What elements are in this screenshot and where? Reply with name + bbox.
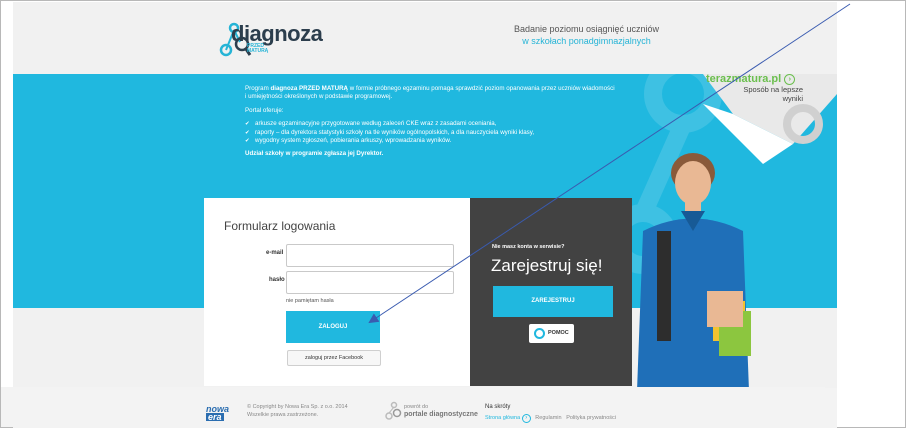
header-tagline: Badanie poziomu osiągnięć uczniów w szko… — [499, 23, 674, 47]
nowa-era-logo: nowa era — [206, 405, 230, 422]
intro-text: Program diagnoza PRZED MATURĄ w formie p… — [245, 85, 625, 164]
email-label: e-mail — [266, 250, 284, 256]
promo-subtitle: Sposób na lepsze wyniki — [733, 85, 803, 103]
promo-title[interactable]: terazmatura.pl — [706, 73, 781, 85]
promo-sub-line2: wyniki — [782, 93, 803, 103]
copyright: © Copyright by Nowa Era Sp. z o.o. 2014 … — [247, 404, 348, 419]
circle-arrow-icon: › — [784, 73, 796, 85]
intro-bullet-list: arkusze egzaminacyjne przygotowane wedłu… — [245, 120, 625, 146]
intro-paragraph-3: Udział szkoły w programie zgłasza jej Dy… — [245, 150, 384, 158]
logo-subtitle: PRZED MATURĄ — [247, 44, 268, 54]
browser-viewport: diagnoza PRZED MATURĄ Badanie poziomu os… — [0, 0, 906, 428]
email-field[interactable] — [286, 244, 454, 267]
tagline-line1: Badanie poziomu osiągnięć uczniów — [513, 24, 660, 34]
register-headline: Zarejestruj się! — [491, 256, 603, 275]
intro-p1-prefix: Program — [245, 85, 271, 92]
footer-link-rules[interactable]: Regulamin — [535, 415, 561, 421]
list-item: raporty – dla dyrektora statystyki szkoł… — [245, 129, 625, 138]
promo-link[interactable]: terazmatura.pl › — [706, 73, 796, 85]
register-button[interactable]: ZAREJESTRUJ — [493, 286, 613, 317]
circle-arrow-icon: › — [521, 414, 531, 423]
nowa-era-logo-line2: era — [206, 412, 224, 422]
list-item: arkusze egzaminacyjne przygotowane wedłu… — [245, 120, 625, 129]
logo-text: diagnoza — [231, 21, 323, 46]
password-field[interactable] — [286, 271, 454, 294]
login-form: Formularz logowania e-mail hasło nie pam… — [204, 198, 472, 386]
register-panel: Nie masz konta w serwisie? Zarejestruj s… — [470, 198, 632, 386]
tagline-line2: w szkołach ponadgimnazjalnych — [522, 36, 651, 46]
footer-links: Strona główna › Regulamin Polityka prywa… — [485, 414, 616, 423]
copyright-line2: Wszelkie prawa zastrzeżone. — [247, 411, 319, 418]
intro-paragraph-1: Program diagnoza PRZED MATURĄ w formie p… — [245, 85, 625, 102]
intro-p1-bold: diagnoza PRZED MATURĄ — [270, 85, 349, 92]
facebook-login-button[interactable]: zaloguj przez Facebook — [287, 350, 381, 366]
list-item: wygodny system zgłoszeń, pobierania arku… — [245, 137, 625, 146]
forgot-password-link[interactable]: nie pamiętam hasła — [286, 298, 334, 304]
portal-link[interactable]: powrót do portale diagnostyczne — [404, 404, 478, 419]
portal-link-line1: powrót do — [404, 404, 429, 410]
intro-p1-line2: i umiejętności określonych w podstawie p… — [245, 93, 393, 101]
lifebuoy-icon — [534, 328, 545, 339]
help-button[interactable]: POMOC — [529, 324, 574, 343]
header — [13, 2, 837, 74]
login-button[interactable]: ZALOGUJ — [286, 311, 380, 343]
student-illustration — [637, 153, 751, 391]
intro-paragraph-2: Portal oferuje: — [245, 106, 284, 114]
logo-sub-line2: MATURĄ — [247, 48, 269, 54]
portal-link-line2[interactable]: portale diagnostyczne — [404, 411, 478, 418]
register-question: Nie masz konta w serwisie? — [492, 244, 565, 250]
shortcuts-heading: Na skróty — [485, 404, 511, 410]
footer-link-privacy[interactable]: Polityka prywatności — [566, 415, 616, 421]
help-button-label: POMOC — [548, 330, 569, 336]
login-form-title: Formularz logowania — [224, 219, 336, 233]
copyright-line1: © Copyright by Nowa Era Sp. z o.o. 2014 — [247, 404, 348, 410]
intro-p1-rest: w formie próbnego egzaminu pomaga sprawd… — [348, 85, 615, 92]
portal-network-icon — [385, 401, 402, 420]
footer-link-home[interactable]: Strona główna — [485, 415, 520, 421]
password-label: hasło — [269, 277, 285, 283]
